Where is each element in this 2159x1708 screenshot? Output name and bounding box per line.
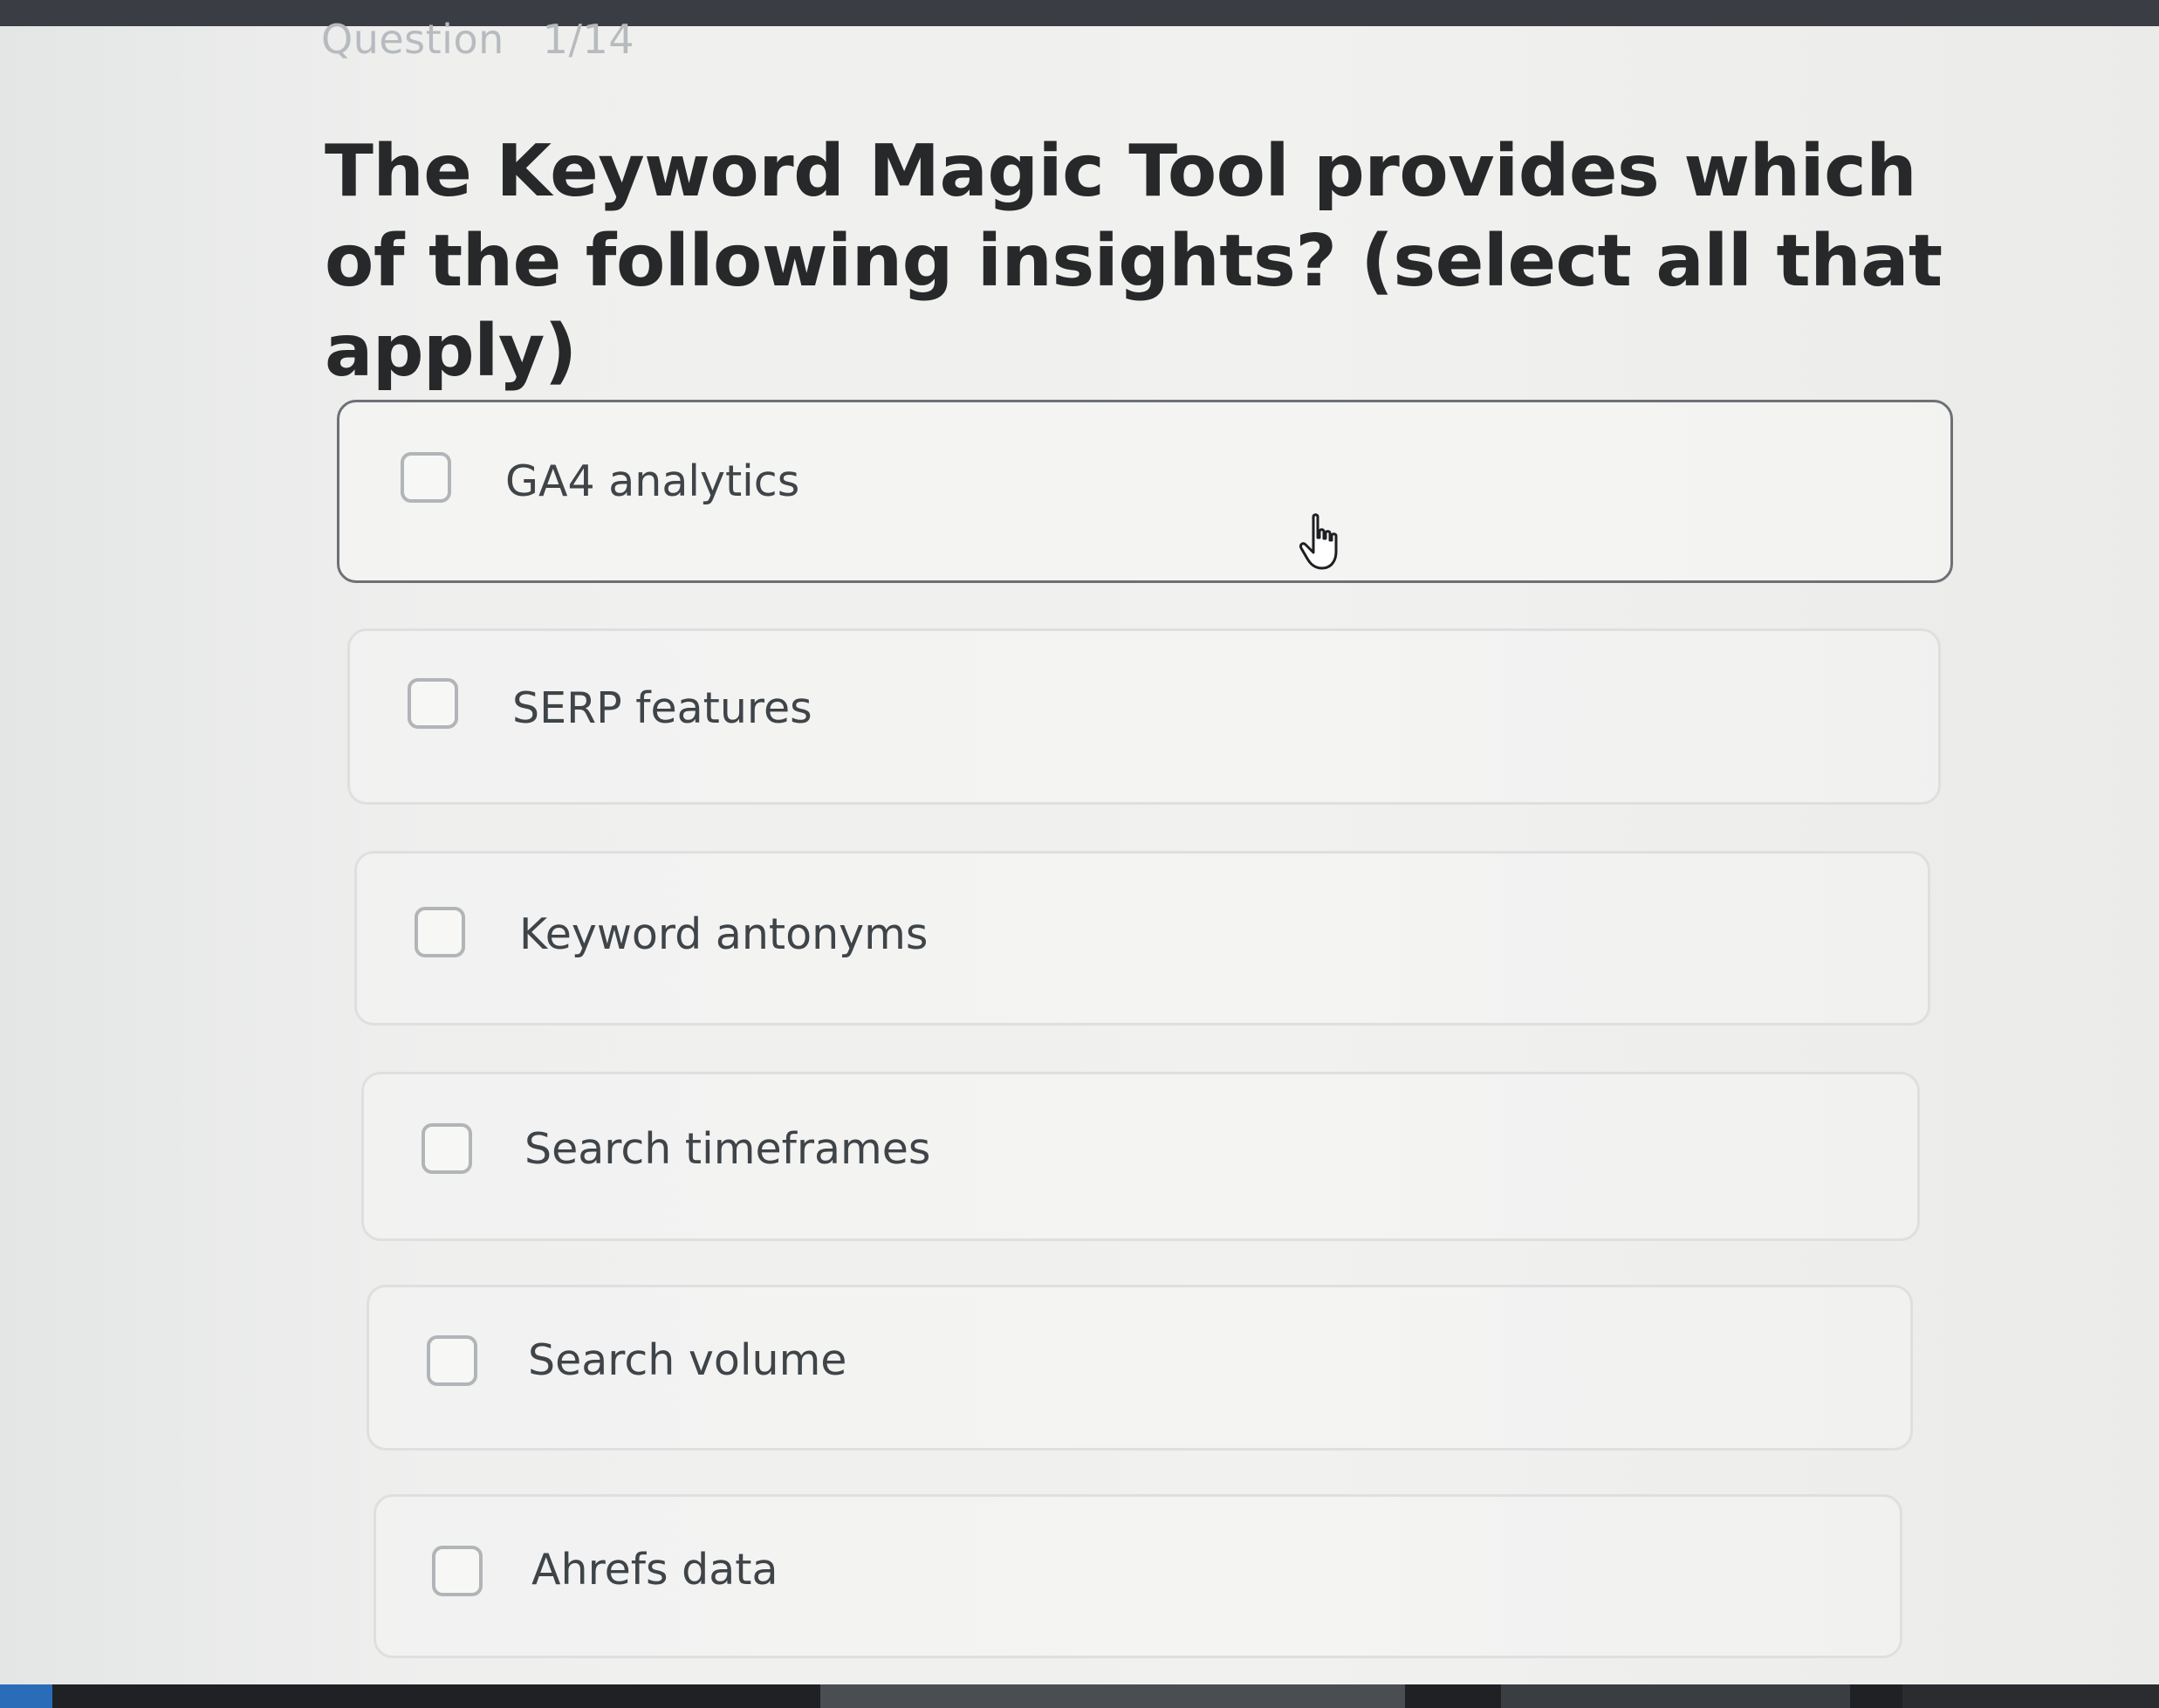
option-keyword-antonyms[interactable]: Keyword antonyms: [354, 851, 1930, 1025]
question-counter: Question 1/14: [321, 16, 634, 63]
option-search-volume[interactable]: Search volume: [367, 1285, 1913, 1451]
option-checkbox[interactable]: [415, 907, 465, 957]
question-counter-value: 1/14: [542, 16, 635, 63]
browser-bottom-bar: [0, 1684, 2159, 1708]
question-counter-label: Question: [321, 16, 504, 63]
option-ahrefs-data[interactable]: Ahrefs data: [374, 1494, 1902, 1658]
option-checkbox[interactable]: [427, 1335, 477, 1386]
option-checkbox[interactable]: [408, 678, 458, 729]
option-checkbox[interactable]: [422, 1123, 472, 1174]
option-checkbox[interactable]: [401, 452, 451, 503]
option-checkbox[interactable]: [432, 1546, 483, 1596]
option-search-timeframes[interactable]: Search timeframes: [361, 1072, 1920, 1241]
option-label: Search timeframes: [524, 1124, 931, 1174]
option-label: SERP features: [512, 683, 812, 733]
hand-pointer-icon: [1299, 513, 1338, 570]
option-label: Search volume: [528, 1335, 847, 1385]
option-serp-features[interactable]: SERP features: [347, 628, 1941, 805]
option-ga4-analytics[interactable]: GA4 analytics: [337, 400, 1953, 583]
option-label: Keyword antonyms: [519, 909, 929, 959]
option-label: GA4 analytics: [505, 456, 800, 506]
option-label: Ahrefs data: [531, 1545, 778, 1595]
question-title: The Keyword Magic Tool provides which of…: [325, 130, 1943, 393]
